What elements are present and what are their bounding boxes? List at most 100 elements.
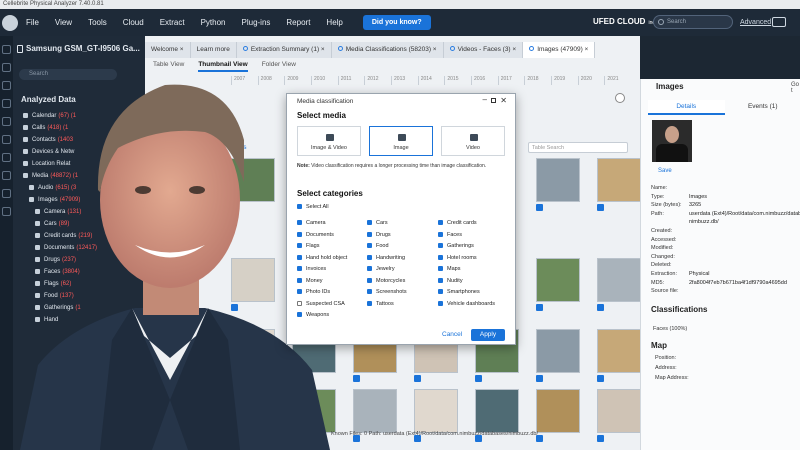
tree-item[interactable]: Calls (418) (1 (23, 125, 68, 131)
tree-item[interactable]: Gatherings (1 (35, 305, 81, 311)
tab-events[interactable]: Events (1) (725, 100, 800, 115)
category-checkbox[interactable]: Flags (297, 243, 319, 249)
category-checkbox[interactable]: Faces (438, 232, 462, 238)
category-checkbox[interactable]: Handwriting (367, 255, 405, 261)
tab-close-icon[interactable]: × (178, 46, 184, 53)
timeline-year[interactable]: 2013 (391, 76, 418, 85)
tree-item[interactable]: Flags (62) (35, 281, 71, 287)
home-icon[interactable] (2, 45, 11, 54)
tree-item[interactable]: Camera (131) (35, 209, 81, 215)
category-checkbox[interactable]: Gatherings (438, 243, 474, 249)
tab-3[interactable]: Media Classifications (58203) × (331, 42, 444, 58)
timeline-year[interactable]: 2020 (577, 76, 605, 85)
menu-python[interactable]: Python (201, 18, 226, 27)
timeline-year[interactable]: 2018 (524, 76, 551, 85)
timeline-year[interactable]: 2012 (364, 76, 391, 85)
category-checkbox[interactable]: Maps (438, 266, 460, 272)
bookmarks-icon[interactable] (2, 171, 11, 180)
category-checkbox[interactable]: Jewelry (367, 266, 395, 272)
tree-item[interactable]: Media (48872) (1 (23, 173, 78, 179)
tree-item[interactable]: Calendar (67) (1 (23, 113, 76, 119)
tab-2[interactable]: Extraction Summary (1) × (236, 42, 332, 58)
tree-item[interactable]: Contacts (1403 (23, 137, 73, 143)
category-checkbox[interactable]: Hand hold object (297, 255, 347, 261)
tab-close-icon[interactable]: × (511, 46, 516, 53)
tree-item[interactable]: Cars (89) (35, 221, 69, 227)
menu-extract[interactable]: Extract (160, 18, 185, 27)
analyzed-data-icon[interactable] (2, 81, 11, 90)
category-checkbox[interactable]: Hotel rooms (438, 255, 477, 261)
media-option-image-video[interactable]: Image & Video (297, 126, 361, 156)
category-checkbox[interactable]: Vehicle dashboards (438, 301, 495, 307)
thumbnail[interactable] (231, 389, 275, 433)
thumbnail[interactable] (231, 329, 275, 373)
thumbnail-checkbox[interactable] (353, 375, 360, 382)
category-checkbox[interactable]: Tattoos (367, 301, 394, 307)
thumbnail-checkbox[interactable] (231, 304, 238, 311)
category-checkbox[interactable]: Screenshots (367, 289, 407, 295)
timeline-year[interactable]: 2008 (257, 76, 285, 85)
tree-item[interactable]: Location Relat (23, 161, 72, 167)
device-selector[interactable]: Samsung GSM_GT-I9506 Ga... (17, 44, 140, 53)
thumbnail[interactable] (536, 158, 580, 202)
thumbnail[interactable] (536, 329, 580, 373)
thumbnail-checkbox[interactable] (231, 375, 238, 382)
thumbnail[interactable] (231, 258, 275, 302)
projects-icon[interactable] (2, 117, 11, 126)
timeline-year[interactable]: 2009 (284, 76, 311, 85)
category-checkbox[interactable]: Credit cards (438, 220, 477, 226)
thumbnail-checkbox[interactable] (536, 375, 543, 382)
timeline-year[interactable]: 2019 (551, 76, 578, 85)
category-checkbox[interactable]: Invoices (297, 266, 326, 272)
go-to-link[interactable]: Go t (791, 82, 800, 94)
tab-0[interactable]: Welcome × (145, 42, 191, 58)
tags-icon[interactable] (2, 153, 11, 162)
timeline-year[interactable]: 2015 (444, 76, 471, 85)
tree-item[interactable]: Drugs (237) (35, 257, 76, 263)
timeline-year[interactable]: 2014 (417, 76, 445, 85)
tab-1[interactable]: Learn more (190, 42, 237, 58)
tab-folder-view[interactable]: Folder View (262, 61, 296, 72)
tab-close-icon[interactable]: × (319, 46, 325, 53)
thumbnail-checkbox[interactable] (231, 435, 238, 442)
thumbnail[interactable] (292, 389, 336, 433)
apply-button[interactable]: Apply (471, 329, 505, 341)
tab-details[interactable]: Details (648, 100, 725, 115)
timeline-year[interactable]: 2010 (311, 76, 338, 85)
menu-report[interactable]: Report (286, 18, 310, 27)
filters-link[interactable]: filters (231, 144, 247, 151)
category-checkbox[interactable]: Cars (367, 220, 388, 226)
thumbnail[interactable] (414, 389, 458, 433)
category-checkbox[interactable]: Camera (297, 220, 326, 226)
thumbnail[interactable] (231, 158, 275, 202)
cloud-icon[interactable] (2, 189, 11, 198)
category-checkbox[interactable]: Nudity (438, 278, 463, 284)
tab-5[interactable]: Images (47909) × (523, 42, 596, 58)
thumbnail-checkbox[interactable] (414, 375, 421, 382)
did-you-know-button[interactable]: Did you know? (362, 15, 431, 30)
thumbnail[interactable] (597, 329, 641, 373)
thumbnail-checkbox[interactable] (475, 375, 482, 382)
timeline-year[interactable]: 2017 (497, 76, 525, 85)
timeline-year[interactable]: 2021 (604, 76, 631, 85)
left-search-input[interactable]: Search (19, 69, 117, 80)
timeline-year[interactable]: 2016 (471, 76, 498, 85)
timeline-year[interactable]: 2007 (231, 76, 258, 85)
timeline-year[interactable]: 2011 (337, 76, 365, 85)
category-checkbox[interactable]: Motorcycles (367, 278, 405, 284)
reports-icon[interactable] (2, 207, 11, 216)
category-checkbox[interactable]: Smartphones (438, 289, 480, 295)
menu-plugins[interactable]: Plug-ins (242, 18, 271, 27)
camera-icon[interactable] (772, 17, 786, 27)
filter-icon[interactable] (2, 63, 11, 72)
thumbnail[interactable] (597, 258, 641, 302)
thumbnail[interactable] (597, 158, 641, 202)
table-search-input[interactable]: Table Search (528, 142, 628, 153)
thumbnail-checkbox[interactable] (597, 304, 604, 311)
tab-close-icon[interactable]: × (431, 46, 437, 53)
category-checkbox[interactable]: Drugs (367, 232, 391, 238)
thumbnail-checkbox[interactable] (536, 304, 543, 311)
tree-item[interactable]: Images (47909) (29, 197, 80, 203)
tree-item[interactable]: Audio (615) (3 (29, 185, 76, 191)
category-checkbox[interactable]: Money (297, 278, 323, 284)
